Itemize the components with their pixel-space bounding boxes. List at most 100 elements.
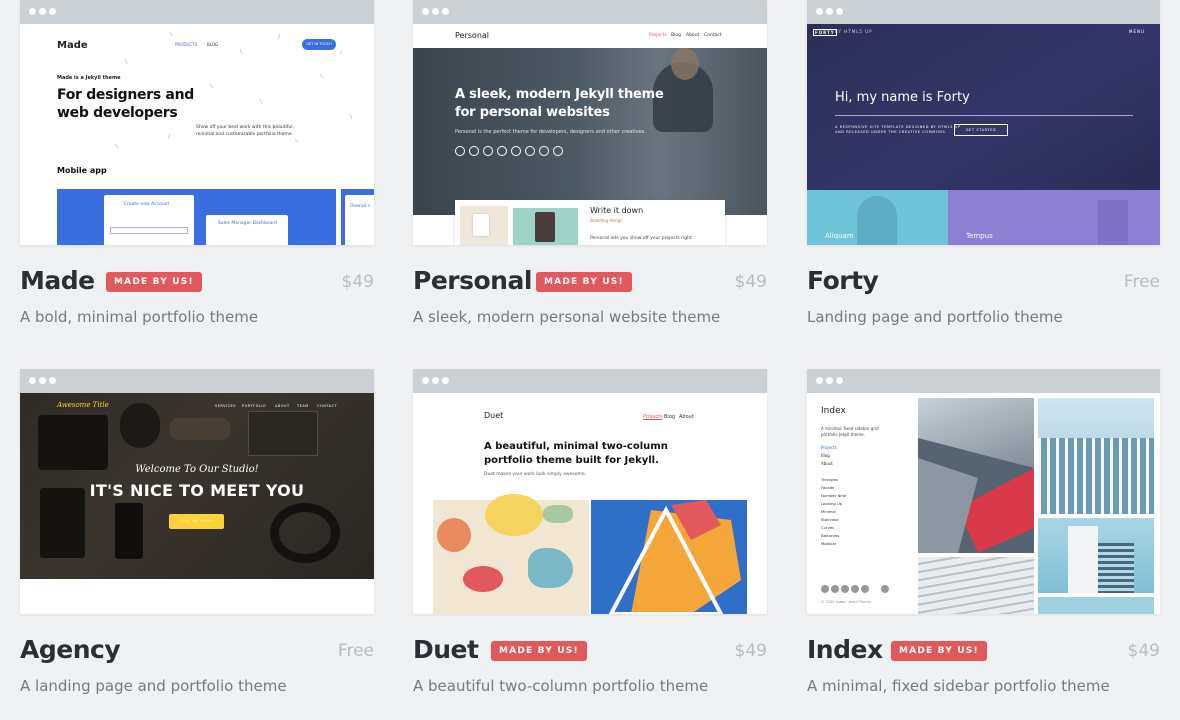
social-icon bbox=[851, 585, 859, 593]
browser-dots-icon bbox=[39, 8, 46, 15]
theme-card-forty: FORTY BY HTML5 UP MENU Hi, my name is Fo… bbox=[807, 0, 1160, 326]
preview-projects-strip: Write it down Branding design Personal l… bbox=[455, 200, 725, 245]
theme-title[interactable]: Personal bbox=[413, 266, 532, 295]
headphones-shape bbox=[270, 503, 340, 563]
theme-card-personal: Personal Projects Blog About Contact A s… bbox=[413, 0, 767, 326]
theme-title[interactable]: Forty bbox=[807, 266, 879, 295]
preview-logo: FORTY bbox=[813, 29, 837, 36]
preview-section-title: Mobile app bbox=[57, 166, 107, 175]
preview-heading: Hi, my name is Forty bbox=[835, 90, 970, 105]
preview-list-item: Looking Up bbox=[821, 501, 843, 506]
preview-blurb: Personal is the perfect theme for develo… bbox=[455, 129, 646, 135]
browser-dots-icon bbox=[422, 8, 429, 15]
preview-dashboard-card: Sales Manager Dashboard bbox=[206, 215, 288, 245]
preview-tile: Aliquam bbox=[807, 190, 948, 245]
preview-nav-link: SERVICES bbox=[215, 404, 236, 408]
browser-dots-icon bbox=[49, 377, 56, 384]
preview-tile: Tempus bbox=[948, 190, 1160, 245]
theme-description: A sleek, modern personal website theme bbox=[413, 308, 721, 326]
theme-description: A minimal, fixed sidebar portfolio theme bbox=[807, 677, 1110, 695]
tile-figure bbox=[857, 196, 897, 245]
theme-preview-duet[interactable]: Duet Projects Blog About A beautiful, mi… bbox=[413, 369, 767, 614]
preview-logo: Personal bbox=[455, 31, 490, 40]
theme-price: Free bbox=[337, 641, 374, 661]
preview-nav-link: Blog bbox=[671, 33, 681, 38]
preview-heading: A sleek, modern Jekyll theme bbox=[455, 87, 664, 102]
screenshot-index: Index A minimal, fixed sidebar grid port… bbox=[807, 393, 1160, 614]
theme-preview-index[interactable]: Index A minimal, fixed sidebar grid port… bbox=[807, 369, 1160, 614]
glasses-shape bbox=[120, 403, 160, 448]
theme-preview-personal[interactable]: Personal Projects Blog About Contact A s… bbox=[413, 0, 767, 245]
browser-bar bbox=[807, 0, 1160, 24]
preview-nav-link: About bbox=[679, 414, 694, 420]
screenshot-duet: Duet Projects Blog About A beautiful, mi… bbox=[413, 393, 767, 614]
preview-artwork-right bbox=[591, 500, 747, 614]
preview-logo-sub: BY HTML5 UP bbox=[835, 29, 873, 34]
theme-preview-made[interactable]: Made PRODUCTS BLOG GET IN TOUCH Made is … bbox=[20, 0, 374, 245]
theme-title[interactable]: Agency bbox=[20, 635, 121, 664]
browser-dots-icon bbox=[49, 8, 56, 15]
browser-dots-icon bbox=[432, 377, 439, 384]
preview-dashboard-title: Sales Manager Dashboard bbox=[218, 221, 277, 226]
social-icon bbox=[821, 585, 829, 593]
preview-welcome: Welcome To Our Studio! bbox=[135, 464, 259, 475]
preview-form-card: Create new Account bbox=[104, 195, 194, 245]
browser-dots-icon bbox=[29, 377, 36, 384]
preview-nav-link: PORTFOLIO bbox=[242, 404, 267, 408]
social-icon bbox=[881, 585, 889, 593]
screenshot-personal: Personal Projects Blog About Contact A s… bbox=[413, 24, 767, 245]
preview-heading: IT'S NICE TO MEET YOU bbox=[89, 481, 305, 500]
preview-card-text: Personal lets you show off your projects… bbox=[590, 236, 692, 241]
social-icon bbox=[861, 585, 869, 593]
preview-list-item: Modular bbox=[821, 541, 837, 546]
browser-dots-icon bbox=[836, 8, 843, 15]
browser-dots-icon bbox=[29, 8, 36, 15]
preview-footer: © 2020 Index · Jekyll Theme bbox=[821, 600, 871, 604]
preview-nav-link: Projects bbox=[643, 414, 663, 420]
made-by-us-badge: MADE BY US! bbox=[106, 272, 202, 292]
preview-nav-link: CONTACT bbox=[317, 404, 338, 408]
preview-nav-link: Contact bbox=[704, 33, 722, 38]
wallet-shape bbox=[38, 415, 108, 470]
preview-button: GET STARTED bbox=[954, 124, 1008, 136]
theme-description: A landing page and portfolio theme bbox=[20, 677, 287, 695]
preview-input bbox=[110, 227, 188, 234]
bowtie-shape bbox=[170, 418, 230, 440]
social-icon bbox=[539, 146, 549, 156]
theme-title[interactable]: Index bbox=[807, 635, 883, 664]
preview-photo bbox=[918, 398, 1034, 553]
preview-list-item: Staircase bbox=[821, 517, 839, 522]
preview-blurb: portfolio Jekyll theme. bbox=[821, 432, 865, 437]
browser-dots-icon bbox=[442, 377, 449, 384]
browser-dots-icon bbox=[826, 8, 833, 15]
browser-dots-icon bbox=[816, 377, 823, 384]
theme-title[interactable]: Made bbox=[20, 266, 95, 295]
browser-dots-icon bbox=[432, 8, 439, 15]
theme-price: Free bbox=[1123, 272, 1160, 292]
browser-bar bbox=[807, 369, 1160, 393]
preview-photo bbox=[918, 557, 1034, 614]
browser-dots-icon bbox=[816, 8, 823, 15]
preview-subtext: A RESPONSIVE SITE TEMPLATE DESIGNED BY H… bbox=[835, 125, 961, 129]
preview-nav-link: Projects bbox=[649, 33, 667, 38]
tower-shape bbox=[1098, 543, 1134, 593]
social-icon bbox=[525, 146, 535, 156]
theme-title[interactable]: Duet bbox=[413, 635, 479, 664]
social-icon bbox=[553, 146, 563, 156]
theme-preview-agency[interactable]: Awesome Title SERVICES PORTFOLIO ABOUT T… bbox=[20, 369, 374, 614]
theme-preview-forty[interactable]: FORTY BY HTML5 UP MENU Hi, my name is Fo… bbox=[807, 0, 1160, 245]
preview-nav-link: About bbox=[821, 461, 833, 466]
theme-price: $49 bbox=[341, 272, 374, 292]
social-icon bbox=[831, 585, 839, 593]
browser-dots-icon bbox=[442, 8, 449, 15]
preview-heading: for personal websites bbox=[455, 105, 610, 120]
browser-bar bbox=[20, 0, 374, 24]
preview-tile-label: Tempus bbox=[966, 232, 993, 240]
theme-description: A beautiful two-column portfolio theme bbox=[413, 677, 709, 695]
tile-figure bbox=[1098, 200, 1128, 245]
preview-list-item: Curves bbox=[821, 525, 835, 530]
preview-nav-link: Projects bbox=[821, 445, 837, 450]
preview-divider bbox=[835, 115, 1133, 116]
notebook-shape bbox=[248, 411, 318, 456]
browser-dots-icon bbox=[826, 377, 833, 384]
